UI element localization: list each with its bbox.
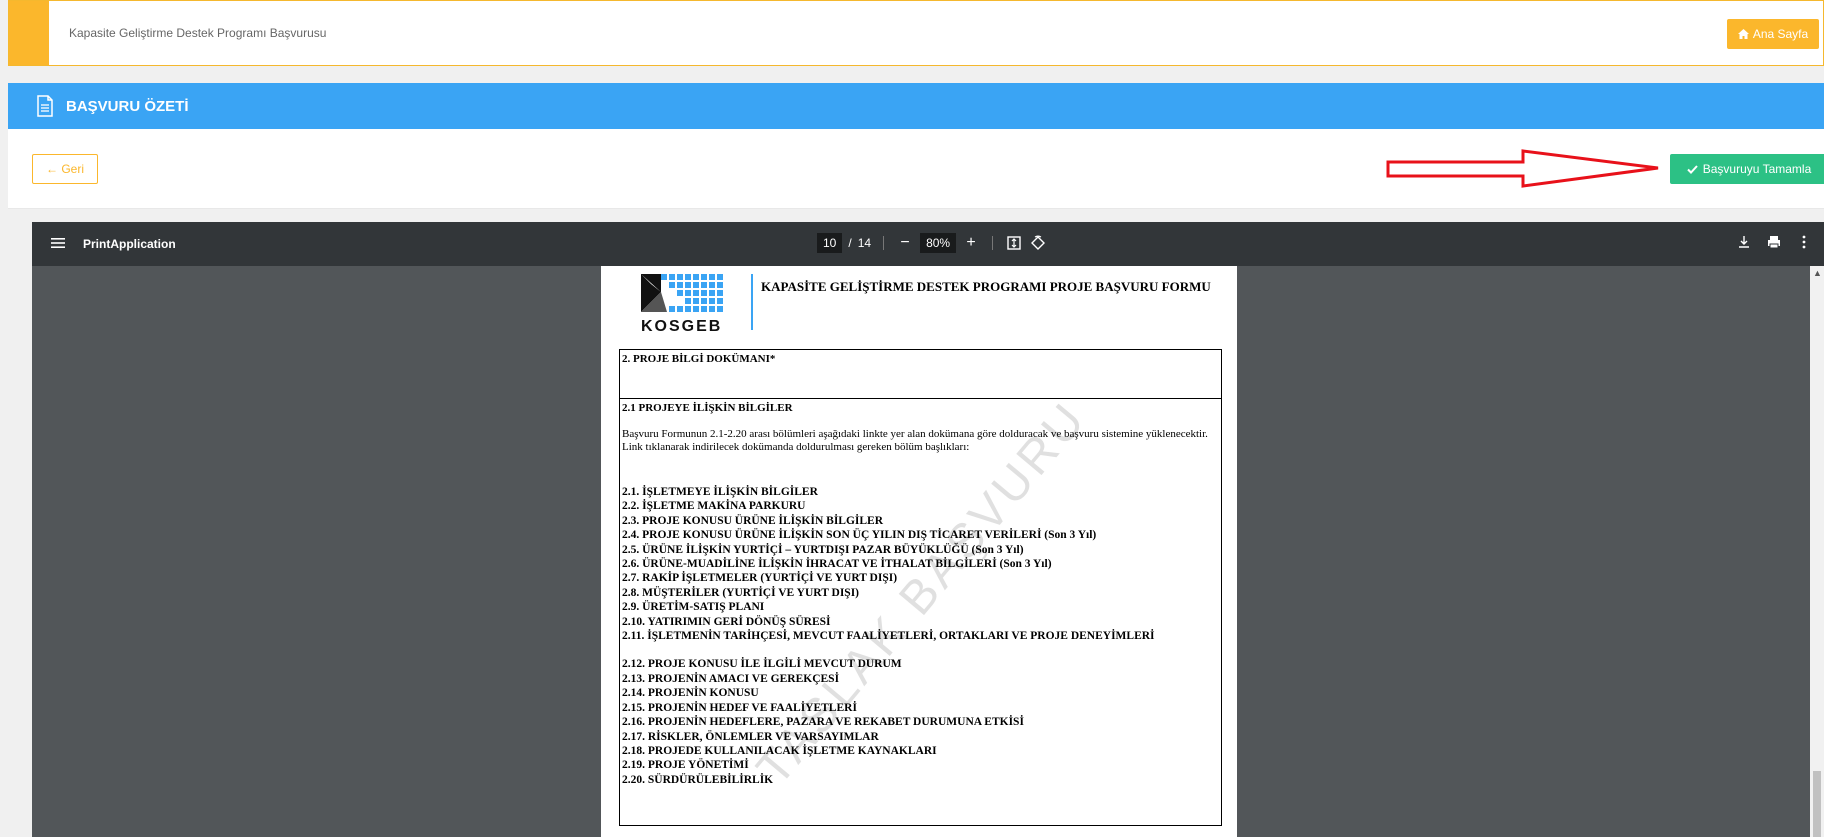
home-icon	[1737, 29, 1749, 39]
scroll-up-icon[interactable]: ▲	[1813, 268, 1822, 278]
list-item: 2.17. RİSKLER, ÖNLEMLER VE VARSAYIMLAR	[622, 730, 879, 743]
list-item: 2.5. ÜRÜNE İLİŞKİN YURTİÇİ – YURTDIŞI PA…	[622, 543, 1024, 556]
list-item: 2.4. PROJE KONUSU ÜRÜNE İLİŞKİN SON ÜÇ Y…	[622, 529, 1097, 542]
arrow-left-icon: ←	[45, 162, 62, 176]
logo-text: KOSGEB	[641, 318, 723, 335]
summary-header: BAŞVURU ÖZETİ	[8, 83, 1824, 129]
download-icon[interactable]	[1736, 234, 1752, 250]
list-item: 2.2. İŞLETME MAKİNA PARKURU	[622, 500, 806, 513]
zoom-out-icon[interactable]: −	[896, 234, 914, 252]
toolbar-divider	[883, 236, 885, 250]
list-item: 2.7. RAKİP İŞLETMELER (YURTİÇİ VE YURT D…	[622, 572, 898, 585]
form-title: KAPASİTE GELİŞTİRME DESTEK PROGRAMI PROJ…	[761, 279, 1211, 294]
intro-line-2: Link tıklanarak indirilecek dokümanda do…	[622, 441, 970, 453]
complete-button-label: Başvuruyu Tamamla	[1702, 162, 1812, 176]
section-box: 2. PROJE BİLGİ DOKÜMANI*	[619, 349, 1222, 399]
action-row: ← Geri Başvuruyu Tamamla	[8, 129, 1824, 209]
section-title: 2. PROJE BİLGİ DOKÜMANI*	[622, 353, 776, 365]
topbar-accent	[9, 1, 49, 65]
complete-application-button[interactable]: Başvuruyu Tamamla	[1670, 154, 1824, 184]
list-item: 2.6. ÜRÜNE-MUADİLİNE İLİŞKİN İHRACAT VE …	[622, 558, 1052, 571]
intro-line-1: Başvuru Formunun 2.1-2.20 arası bölümler…	[622, 428, 1208, 440]
zoom-in-icon[interactable]: +	[962, 234, 980, 252]
total-pages: 14	[857, 236, 872, 250]
logo-divider	[751, 274, 753, 330]
check-icon	[1687, 164, 1698, 174]
back-button[interactable]: ← Geri	[32, 154, 98, 184]
pdf-toolbar: PrintApplication 10 / 14 − 80% +	[32, 222, 1824, 266]
top-bar: Kapasite Geliştirme Destek Programı Başv…	[8, 0, 1824, 66]
pdf-scrollbar[interactable]: ▲	[1810, 266, 1824, 837]
list-item: 2.20. SÜRDÜRÜLEBİLİRLİK	[622, 773, 774, 786]
pdf-viewer: PrintApplication 10 / 14 − 80% + KOSGEB …	[32, 222, 1824, 837]
page-separator: /	[848, 236, 852, 250]
scrollbar-thumb[interactable]	[1813, 771, 1821, 837]
list-item: 2.1. İŞLETMEYE İLİŞKİN BİLGİLER	[622, 486, 818, 498]
app-root: { "topbar": { "title": "Kapasite Gelişti…	[0, 0, 1824, 837]
back-button-label: Geri	[61, 162, 84, 176]
list-item: 2.3. PROJE KONUSU ÜRÜNE İLİŞKİN BİLGİLER	[622, 514, 884, 527]
zoom-level-input[interactable]: 80%	[920, 233, 957, 253]
pdf-document-name: PrintApplication	[83, 237, 176, 251]
page-title: Kapasite Geliştirme Destek Programı Başv…	[69, 26, 327, 40]
list-item: 2.18. PROJEDE KULLANILACAK İŞLETME KAYNA…	[622, 744, 937, 757]
red-arrow-annotation	[1386, 149, 1659, 188]
rotate-icon[interactable]	[1029, 234, 1047, 252]
list-item: 2.15. PROJENİN HEDEF VE FAALİYETLERİ	[622, 701, 857, 714]
home-button[interactable]: Ana Sayfa	[1727, 19, 1819, 49]
list-item: 2.14. PROJENİN KONUSU	[622, 687, 759, 700]
print-icon[interactable]	[1766, 234, 1782, 250]
list-item: 2.16. PROJENİN HEDEFLERE, PAZARA VE REKA…	[622, 716, 1024, 729]
home-button-label: Ana Sayfa	[1752, 27, 1809, 41]
toolbar-divider	[992, 236, 994, 250]
page-number-input[interactable]: 10	[817, 233, 843, 253]
fit-page-icon[interactable]	[1005, 234, 1023, 252]
pdf-page: KOSGEB KAPASİTE GELİŞTİRME DESTEK PROGRA…	[601, 266, 1237, 837]
pdf-page-controls: 10 / 14 − 80% +	[817, 233, 1047, 253]
subsection-title: 2.1 PROJEYE İLİŞKİN BİLGİLER	[622, 402, 793, 414]
pdf-right-controls	[1736, 234, 1812, 250]
menu-icon[interactable]	[50, 235, 66, 251]
intro-text: Başvuru Formunun 2.1-2.20 arası bölümler…	[622, 428, 1212, 454]
document-icon	[37, 95, 53, 117]
summary-header-title: BAŞVURU ÖZETİ	[66, 97, 189, 115]
more-options-icon[interactable]	[1796, 234, 1812, 250]
list-item: 2.19. PROJE YÖNETİMİ	[622, 759, 749, 772]
